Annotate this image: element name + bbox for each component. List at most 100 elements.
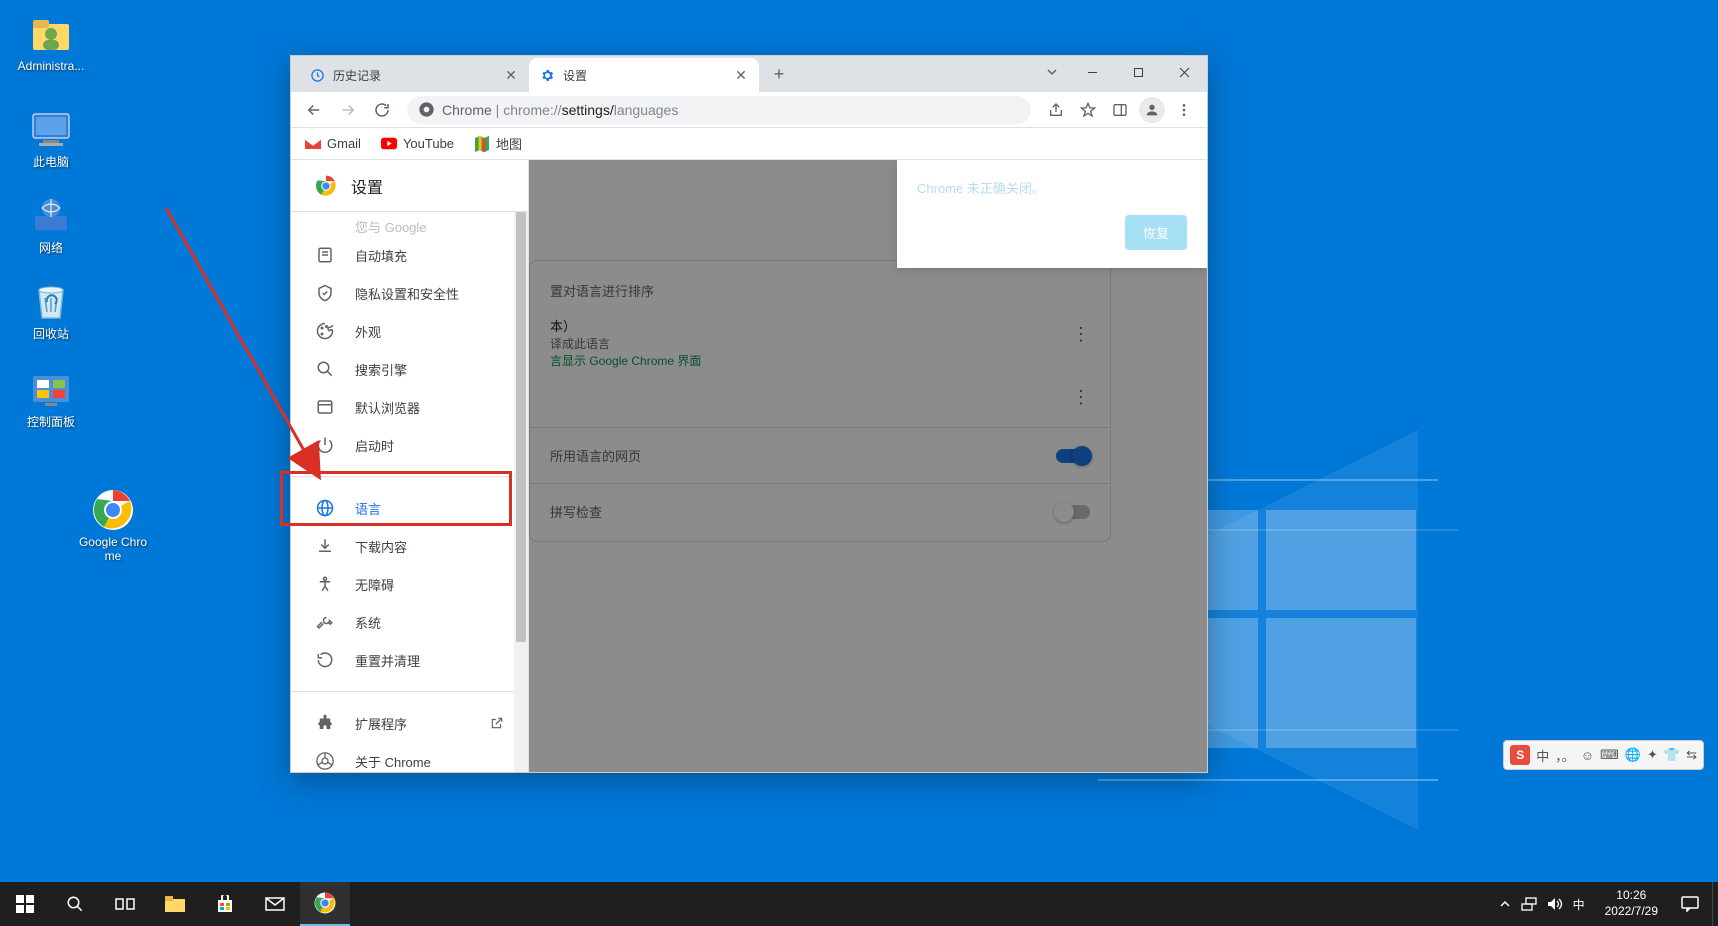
nav-languages[interactable]: 语言 bbox=[291, 489, 528, 527]
nav-you-and-google[interactable]: 您与 Google bbox=[291, 216, 528, 236]
network-icon bbox=[29, 194, 73, 238]
youtube-icon bbox=[381, 136, 397, 152]
download-icon bbox=[315, 536, 335, 556]
gear-icon bbox=[539, 67, 555, 83]
globe-icon bbox=[315, 498, 335, 518]
browser-icon bbox=[315, 397, 335, 417]
ime-emoji[interactable]: ☺ bbox=[1581, 748, 1594, 763]
tab-history[interactable]: 历史记录 ✕ bbox=[299, 58, 529, 92]
taskbar-chrome[interactable] bbox=[300, 882, 350, 926]
ime-punct[interactable]: ，。 bbox=[1555, 746, 1575, 765]
user-folder-icon bbox=[29, 12, 73, 56]
ime-switch[interactable]: ⇆ bbox=[1686, 747, 1697, 763]
tray-volume-icon[interactable] bbox=[1547, 897, 1563, 911]
tray-chevron-up-icon[interactable] bbox=[1499, 898, 1511, 910]
bookmark-youtube[interactable]: YouTube bbox=[381, 136, 454, 152]
nav-autofill[interactable]: 自动填充 bbox=[291, 236, 528, 274]
share-button[interactable] bbox=[1041, 95, 1071, 125]
accessibility-icon bbox=[315, 574, 335, 594]
task-view-button[interactable] bbox=[100, 882, 150, 926]
nav-about-chrome[interactable]: 关于 Chrome bbox=[291, 742, 528, 772]
action-center-button[interactable] bbox=[1668, 882, 1712, 926]
tray-network-icon[interactable] bbox=[1521, 897, 1537, 911]
settings-sidebar: 设置 您与 Google 自动填充 隐私设置和安全性 bbox=[291, 160, 529, 772]
start-button[interactable] bbox=[0, 882, 50, 926]
nav-extensions[interactable]: 扩展程序 bbox=[291, 704, 528, 742]
taskbar-store[interactable] bbox=[200, 882, 250, 926]
ime-skin[interactable]: 👕 bbox=[1664, 747, 1680, 763]
chrome-small-icon bbox=[315, 751, 335, 771]
nav-search-engine[interactable]: 搜索引擎 bbox=[291, 350, 528, 388]
chrome-window: 历史记录 ✕ 设置 ✕ + bbox=[290, 55, 1208, 773]
close-icon[interactable]: ✕ bbox=[503, 67, 519, 83]
gmail-icon bbox=[305, 136, 321, 152]
back-button[interactable] bbox=[299, 95, 329, 125]
chrome-logo-icon bbox=[315, 175, 337, 197]
search-button[interactable] bbox=[50, 882, 100, 926]
restore-icon bbox=[315, 650, 335, 670]
autofill-icon bbox=[315, 245, 335, 265]
nav-privacy[interactable]: 隐私设置和安全性 bbox=[291, 274, 528, 312]
tray-ime-label[interactable]: 中 bbox=[1573, 896, 1585, 913]
nav-default-browser[interactable]: 默认浏览器 bbox=[291, 388, 528, 426]
chrome-page-icon bbox=[419, 102, 434, 117]
desktop-icon-this-pc[interactable]: 此电脑 bbox=[12, 108, 90, 169]
taskbar-file-explorer[interactable] bbox=[150, 882, 200, 926]
tab-search-button[interactable] bbox=[1035, 56, 1069, 88]
settings-nav[interactable]: 您与 Google 自动填充 隐私设置和安全性 bbox=[291, 212, 528, 772]
forward-button[interactable] bbox=[333, 95, 363, 125]
nav-appearance[interactable]: 外观 bbox=[291, 312, 528, 350]
bookmark-button[interactable] bbox=[1073, 95, 1103, 125]
minimize-button[interactable] bbox=[1069, 56, 1115, 88]
scrollbar-thumb[interactable] bbox=[516, 212, 526, 642]
power-icon bbox=[315, 435, 335, 455]
browser-toolbar: Chrome | chrome://settings/languages bbox=[291, 92, 1207, 128]
nav-on-startup[interactable]: 启动时 bbox=[291, 426, 528, 464]
bookmark-gmail[interactable]: Gmail bbox=[305, 136, 361, 152]
maps-icon bbox=[474, 136, 490, 152]
nav-accessibility[interactable]: 无障碍 bbox=[291, 565, 528, 603]
system-tray[interactable]: 中 bbox=[1489, 896, 1595, 913]
person-icon bbox=[315, 216, 335, 236]
sidebar-scrollbar[interactable] bbox=[514, 212, 528, 772]
ime-floating-bar[interactable]: S 中 ，。 ☺ ⌨ 🌐 ✦ 👕 ⇆ bbox=[1503, 740, 1704, 770]
history-icon bbox=[309, 67, 325, 83]
close-window-button[interactable] bbox=[1161, 56, 1207, 88]
menu-button[interactable] bbox=[1169, 95, 1199, 125]
close-icon[interactable]: ✕ bbox=[733, 67, 749, 83]
ime-mode[interactable]: 中 bbox=[1536, 746, 1549, 765]
taskbar-mail[interactable] bbox=[250, 882, 300, 926]
tab-settings[interactable]: 设置 ✕ bbox=[529, 58, 759, 92]
profile-button[interactable] bbox=[1137, 95, 1167, 125]
extension-icon bbox=[315, 713, 335, 733]
search-icon bbox=[315, 359, 335, 379]
settings-header: 设置 bbox=[291, 160, 528, 212]
settings-content: 设置 您与 Google 自动填充 隐私设置和安全性 bbox=[291, 160, 1207, 772]
restore-button[interactable]: 恢复 bbox=[1125, 215, 1187, 250]
desktop-icon-google-chrome[interactable]: Google Chrome bbox=[74, 488, 152, 564]
palette-icon bbox=[315, 321, 335, 341]
nav-divider bbox=[291, 476, 528, 477]
desktop-icon-administrator[interactable]: Administra... bbox=[12, 12, 90, 73]
recycle-bin-icon bbox=[29, 280, 73, 324]
tab-strip: 历史记录 ✕ 设置 ✕ + bbox=[291, 56, 1207, 92]
address-bar[interactable]: Chrome | chrome://settings/languages bbox=[407, 96, 1031, 124]
ime-keyboard[interactable]: ⌨ bbox=[1600, 747, 1619, 763]
ime-star[interactable]: ✦ bbox=[1647, 747, 1658, 763]
nav-downloads[interactable]: 下载内容 bbox=[291, 527, 528, 565]
taskbar: 中 10:26 2022/7/29 bbox=[0, 882, 1718, 926]
nav-system[interactable]: 系统 bbox=[291, 603, 528, 641]
desktop-icon-network[interactable]: 网络 bbox=[12, 194, 90, 255]
nav-reset[interactable]: 重置并清理 bbox=[291, 641, 528, 679]
side-panel-button[interactable] bbox=[1105, 95, 1135, 125]
show-desktop-button[interactable] bbox=[1712, 882, 1718, 926]
desktop-icon-recycle-bin[interactable]: 回收站 bbox=[12, 280, 90, 341]
maximize-button[interactable] bbox=[1115, 56, 1161, 88]
taskbar-clock[interactable]: 10:26 2022/7/29 bbox=[1595, 888, 1668, 919]
ime-web[interactable]: 🌐 bbox=[1625, 747, 1641, 763]
reload-button[interactable] bbox=[367, 95, 397, 125]
desktop-icon-control-panel[interactable]: 控制面板 bbox=[12, 368, 90, 429]
new-tab-button[interactable]: + bbox=[765, 60, 793, 88]
bookmark-maps[interactable]: 地图 bbox=[474, 134, 522, 153]
chrome-icon bbox=[91, 488, 135, 532]
